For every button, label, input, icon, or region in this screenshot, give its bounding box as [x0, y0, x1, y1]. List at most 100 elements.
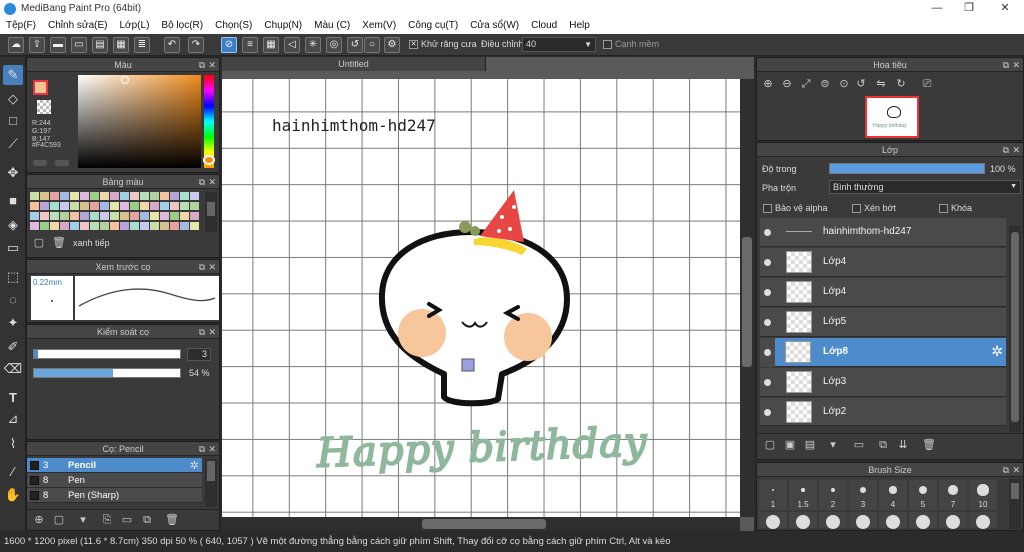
brush-duplicate-icon[interactable]: ⧉	[139, 512, 155, 528]
palette-swatch[interactable]	[190, 202, 199, 210]
palette-swatch[interactable]	[40, 222, 49, 230]
palette-swatch[interactable]	[140, 212, 149, 220]
layer-row[interactable]: Lớp5	[760, 308, 1006, 337]
zoom-fit-icon[interactable]: ⊙	[836, 76, 852, 92]
palette-swatch[interactable]	[110, 202, 119, 210]
brush-size-cell[interactable]	[759, 512, 787, 529]
grid-snap-icon[interactable]: ▦	[263, 37, 279, 53]
panel-close-icon[interactable]: ✕	[1012, 463, 1020, 477]
palette-swatch[interactable]	[180, 222, 189, 230]
brush-tool-icon[interactable]: ✎	[3, 65, 23, 85]
palette-swatch[interactable]	[110, 212, 119, 220]
brush-copy-icon[interactable]: ⎘	[99, 512, 115, 528]
layer-row[interactable]: Lớp2	[760, 398, 1006, 426]
brush-size-cell[interactable]	[969, 512, 997, 529]
brush-settings-icon[interactable]: ✲	[190, 459, 199, 472]
palette-swatch[interactable]	[130, 212, 139, 220]
palette-swatch[interactable]	[150, 192, 159, 200]
undo-icon[interactable]: ↶	[164, 37, 180, 53]
tab-untitled[interactable]: Untitled	[222, 57, 486, 71]
palette-swatch[interactable]	[130, 222, 139, 230]
panel-close-icon[interactable]: ✕	[208, 58, 216, 72]
drawing-canvas[interactable]: hainhimthom-hd247 Happy birthday	[222, 79, 740, 517]
layer-row-selected[interactable]: Lớp8 ✲	[775, 338, 1006, 367]
panel-close-icon[interactable]: ✕	[1012, 143, 1020, 157]
gradient-tool-icon[interactable]: ▭	[3, 238, 23, 258]
new-1bit-layer-icon[interactable]: ▤	[802, 437, 818, 453]
delete-palette-icon[interactable]: 🗑	[51, 235, 67, 251]
brush-size-cell[interactable]: 10	[969, 480, 997, 510]
brush-size-cell[interactable]: 7	[939, 480, 967, 510]
close-button[interactable]: ✕	[990, 0, 1020, 17]
menu-help[interactable]: Help	[563, 20, 596, 31]
brush-size-cell[interactable]	[909, 512, 937, 529]
navigator-thumbnail[interactable]: Happy birthday	[865, 96, 919, 138]
radial-snap-icon[interactable]: ✳	[305, 37, 321, 53]
palette-swatch[interactable]	[150, 202, 159, 210]
palette-swatch[interactable]	[160, 222, 169, 230]
palette-swatch[interactable]	[110, 192, 119, 200]
visibility-icon[interactable]	[764, 409, 771, 416]
grid-doc-icon[interactable]: ▦	[113, 37, 129, 53]
fill-tool-icon[interactable]: ◈	[3, 215, 23, 235]
color-mode-button[interactable]	[33, 160, 47, 166]
palette-swatch[interactable]	[150, 222, 159, 230]
palette-swatch[interactable]	[30, 222, 39, 230]
menu-tools[interactable]: Công cụ(T)	[402, 20, 464, 31]
brush-list-scrollbar[interactable]	[205, 459, 217, 507]
page-icon[interactable]: ▭	[71, 37, 87, 53]
visibility-icon[interactable]	[764, 229, 771, 236]
palette-swatch[interactable]	[70, 202, 79, 210]
menu-layer[interactable]: Lớp(L)	[114, 20, 156, 31]
rotate-right-icon[interactable]: ↻	[893, 76, 909, 92]
palette-swatch[interactable]	[80, 222, 89, 230]
eraser-tool-icon[interactable]: ◇	[3, 89, 23, 109]
undock-icon[interactable]: ⧉	[199, 58, 205, 72]
undock-icon[interactable]: ⧉	[1003, 58, 1009, 72]
undock-icon[interactable]: ⧉	[199, 442, 205, 456]
select-tool-icon[interactable]: ⬚	[3, 267, 23, 287]
palette-swatch[interactable]	[190, 192, 199, 200]
menu-select[interactable]: Chọn(S)	[209, 20, 258, 31]
layer-row[interactable]: Lớp3	[760, 368, 1006, 397]
hand-tool-icon[interactable]: ✋	[3, 485, 23, 505]
new-brush-icon[interactable]: ▢	[51, 512, 67, 528]
palette-swatch[interactable]	[70, 192, 79, 200]
new-layer-icon[interactable]: ▢	[762, 437, 778, 453]
document-icon[interactable]: ▤	[92, 37, 108, 53]
palette-swatch[interactable]	[30, 192, 39, 200]
delete-layer-icon[interactable]: 🗑	[921, 437, 937, 453]
brush-opacity-slider[interactable]	[33, 368, 181, 378]
palette-swatch[interactable]	[60, 212, 69, 220]
brush-size-cell[interactable]: 4	[879, 480, 907, 510]
brush-size-cell[interactable]	[819, 512, 847, 529]
palette-swatch[interactable]	[100, 202, 109, 210]
zoom-out-icon[interactable]: ⊖	[779, 76, 795, 92]
palette-swatch[interactable]	[40, 212, 49, 220]
palette-swatch[interactable]	[120, 192, 129, 200]
palette-swatch[interactable]	[140, 222, 149, 230]
palette-swatch[interactable]	[70, 212, 79, 220]
saturation-brightness-picker[interactable]	[78, 75, 201, 168]
palette-swatch[interactable]	[160, 192, 169, 200]
clipping-option[interactable]: Xén bớt	[852, 203, 896, 214]
palette-scrollbar[interactable]	[205, 192, 217, 232]
visibility-icon[interactable]	[764, 379, 771, 386]
palette-swatch[interactable]	[100, 222, 109, 230]
brush-item[interactable]: 3 Pencil ✲	[27, 458, 202, 473]
palette-swatch[interactable]	[160, 212, 169, 220]
duplicate-layer-icon[interactable]: ⧉	[875, 437, 891, 453]
palette-swatch[interactable]	[100, 212, 109, 220]
soft-edge-option[interactable]: Cạnh mềm	[603, 39, 659, 50]
brush-item[interactable]: 8 Pen	[27, 473, 202, 488]
palette-swatch[interactable]	[50, 202, 59, 210]
palette-swatch[interactable]	[50, 192, 59, 200]
soft-edge-checkbox[interactable]	[603, 40, 612, 50]
redo-icon[interactable]: ↷	[188, 37, 204, 53]
comment-icon[interactable]: ▬	[50, 37, 66, 53]
menu-cloud[interactable]: Cloud	[525, 20, 563, 31]
panel-close-icon[interactable]: ✕	[208, 260, 216, 274]
palette-swatch[interactable]	[90, 202, 99, 210]
palette-swatch[interactable]	[180, 202, 189, 210]
palette-swatch[interactable]	[170, 222, 179, 230]
